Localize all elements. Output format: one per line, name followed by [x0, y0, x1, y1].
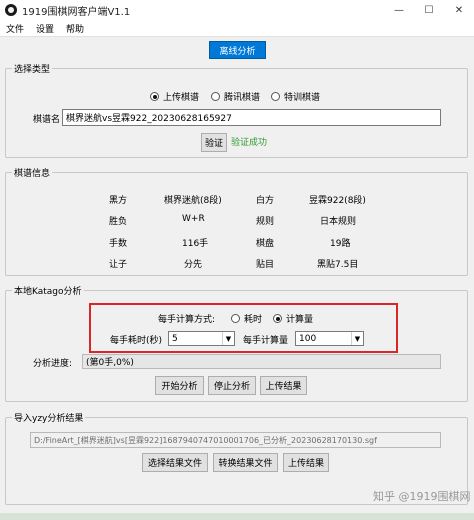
menu-help[interactable]: 帮助 [66, 22, 84, 35]
verify-button[interactable]: 验证 [201, 133, 227, 152]
moves-label: 手数 [109, 239, 128, 249]
time-per-move-select[interactable]: 5 ▼ [168, 331, 235, 346]
handicap-value: 分先 [184, 260, 203, 270]
chevron-down-icon[interactable]: ▼ [222, 332, 234, 345]
close-icon[interactable]: ✕ [444, 0, 474, 20]
radio-training-label: 特训棋谱 [284, 93, 321, 103]
rules-value: 日本规则 [320, 217, 357, 227]
radio-tencent-dot-icon [211, 92, 220, 101]
result-value: W+R [182, 214, 205, 224]
record-name-input[interactable]: 棋界迷航vs昱霖922_20230628165927 [62, 109, 441, 126]
title-bar: 1919围棋网客户端V1.1 — ☐ ✕ [0, 0, 474, 20]
menu-file[interactable]: 文件 [6, 22, 24, 35]
progress-label: 分析进度: [33, 359, 73, 369]
rules-label: 规则 [256, 217, 275, 227]
menu-settings[interactable]: 设置 [36, 22, 54, 35]
black-label: 黑方 [109, 196, 128, 206]
time-per-move-label: 每手耗时(秒) [110, 336, 163, 346]
radio-time-dot-icon [231, 314, 240, 323]
radio-training-record[interactable]: 特训棋谱 [271, 90, 320, 103]
time-per-move-value: 5 [172, 333, 178, 344]
result-label: 胜负 [109, 217, 128, 227]
calc-per-move-value: 100 [299, 333, 317, 344]
radio-time-mode[interactable]: 耗时 [231, 312, 262, 325]
radio-upload-dot-icon [150, 92, 159, 101]
game-info-title: 棋谱信息 [12, 166, 53, 179]
radio-training-dot-icon [271, 92, 280, 101]
white-player: 昱霖922(8段) [309, 196, 366, 206]
import-title: 导入yzy分析结果 [12, 411, 86, 424]
progress-value: (第0手,0%) [86, 358, 134, 368]
select-result-file-button[interactable]: 选择结果文件 [142, 453, 208, 472]
radio-calc-dot-icon [273, 314, 282, 323]
stop-analysis-button[interactable]: 停止分析 [208, 376, 256, 395]
moves-value: 116手 [182, 239, 209, 249]
maximize-icon[interactable]: ☐ [414, 0, 444, 20]
select-type-title: 选择类型 [12, 62, 53, 75]
result-path-input[interactable]: D:/FineArt_[棋界迷航]vs[昱霖922]16879407470100… [30, 432, 441, 448]
window-title: 1919围棋网客户端V1.1 [22, 6, 131, 18]
start-analysis-button[interactable]: 开始分析 [155, 376, 204, 395]
window-controls: — ☐ ✕ [384, 0, 474, 20]
radio-upload-record[interactable]: 上传棋谱 [150, 90, 199, 103]
radio-calc-mode[interactable]: 计算量 [273, 312, 313, 325]
calc-per-move-label: 每手计算量 [243, 336, 289, 346]
progress-bar: (第0手,0%) [82, 354, 441, 369]
radio-time-label: 耗时 [244, 315, 263, 325]
bottom-strip [0, 513, 474, 520]
watermark: 知乎 @1919围棋网 [373, 490, 471, 503]
radio-tencent-label: 腾讯棋谱 [224, 93, 261, 103]
convert-result-file-button[interactable]: 转换结果文件 [213, 453, 278, 472]
game-info-group: 棋谱信息 [5, 166, 468, 276]
radio-upload-label: 上传棋谱 [163, 93, 200, 103]
radio-calc-label: 计算量 [286, 315, 314, 325]
calc-per-move-select[interactable]: 100 ▼ [295, 331, 364, 346]
handicap-label: 让子 [109, 260, 128, 270]
tab-offline-analysis[interactable]: 离线分析 [209, 41, 266, 59]
radio-tencent-record[interactable]: 腾讯棋谱 [211, 90, 260, 103]
minimize-icon[interactable]: — [384, 0, 414, 20]
record-name-label: 棋谱名 [33, 115, 61, 125]
calc-mode-label: 每手计算方式: [158, 315, 216, 325]
white-label: 白方 [256, 196, 275, 206]
upload-import-result-button[interactable]: 上传结果 [283, 453, 329, 472]
komi-value: 黑贴7.5目 [317, 260, 359, 270]
komi-label: 贴目 [256, 260, 275, 270]
board-label: 棋盘 [256, 239, 275, 249]
verify-status: 验证成功 [231, 138, 268, 148]
black-player: 棋界迷航(8段) [164, 196, 222, 206]
menu-bar: 文件 设置 帮助 [0, 20, 474, 37]
board-value: 19路 [330, 239, 351, 249]
katago-title: 本地Katago分析 [12, 284, 84, 297]
app-logo-icon [5, 4, 17, 16]
chevron-down-icon[interactable]: ▼ [351, 332, 363, 345]
upload-result-button[interactable]: 上传结果 [260, 376, 307, 395]
